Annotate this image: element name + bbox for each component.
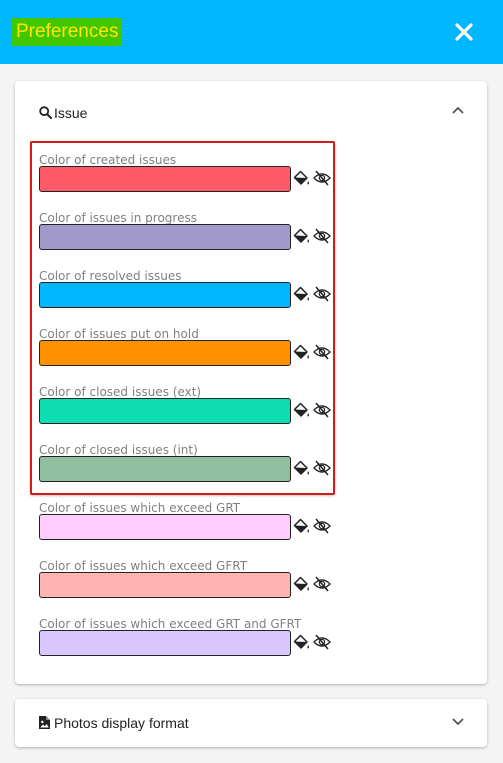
search-icon — [39, 106, 52, 119]
eye-slash-icon[interactable] — [313, 169, 331, 187]
color-setting-row: Color of closed issues (ext) — [39, 384, 339, 436]
image-file-icon — [39, 716, 50, 729]
paint-bucket-icon[interactable] — [292, 633, 310, 651]
color-swatch[interactable] — [39, 514, 291, 540]
color-swatch[interactable] — [39, 166, 291, 192]
paint-bucket-icon[interactable] — [292, 343, 310, 361]
color-setting-row: Color of issues put on hold — [39, 326, 339, 378]
color-setting-row: Color of resolved issues — [39, 268, 339, 320]
eye-slash-icon[interactable] — [313, 459, 331, 477]
eye-slash-icon[interactable] — [313, 575, 331, 593]
issue-section-header[interactable]: Issue — [15, 81, 487, 145]
issue-section-title: Issue — [54, 105, 88, 121]
eye-slash-icon[interactable] — [313, 343, 331, 361]
color-swatch[interactable] — [39, 398, 291, 424]
color-setting-row: Color of created issues — [39, 152, 339, 204]
paint-bucket-icon[interactable] — [292, 517, 310, 535]
paint-bucket-icon[interactable] — [292, 285, 310, 303]
close-icon — [455, 23, 473, 41]
eye-slash-icon[interactable] — [313, 285, 331, 303]
paint-bucket-icon[interactable] — [292, 227, 310, 245]
paint-bucket-icon[interactable] — [292, 169, 310, 187]
color-swatch[interactable] — [39, 572, 291, 598]
color-setting-row: Color of issues which exceed GRT — [39, 500, 339, 552]
color-setting-row: Color of issues which exceed GRT and GFR… — [39, 616, 339, 668]
paint-bucket-icon[interactable] — [292, 401, 310, 419]
color-swatch[interactable] — [39, 630, 291, 656]
paint-bucket-icon[interactable] — [292, 575, 310, 593]
page-title: Preferences — [12, 18, 123, 46]
eye-slash-icon[interactable] — [313, 227, 331, 245]
color-setting-row: Color of closed issues (int) — [39, 442, 339, 494]
close-button[interactable] — [451, 18, 477, 46]
color-swatch[interactable] — [39, 224, 291, 250]
color-swatch[interactable] — [39, 282, 291, 308]
app-header: Preferences — [0, 0, 503, 64]
paint-bucket-icon[interactable] — [292, 459, 310, 477]
eye-slash-icon[interactable] — [313, 401, 331, 419]
chevron-up-icon[interactable] — [451, 105, 465, 115]
color-swatch[interactable] — [39, 340, 291, 366]
chevron-down-icon[interactable] — [451, 717, 465, 727]
photos-section-header[interactable]: Photos display format — [15, 699, 487, 747]
eye-slash-icon[interactable] — [313, 633, 331, 651]
color-setting-row: Color of issues in progress — [39, 210, 339, 262]
photos-section-title: Photos display format — [54, 715, 189, 731]
photos-section: Photos display format — [15, 699, 487, 747]
issue-section: Issue Color of created issues Color of is… — [15, 81, 487, 684]
color-setting-row: Color of issues which exceed GFRT — [39, 558, 339, 610]
eye-slash-icon[interactable] — [313, 517, 331, 535]
color-swatch[interactable] — [39, 456, 291, 482]
